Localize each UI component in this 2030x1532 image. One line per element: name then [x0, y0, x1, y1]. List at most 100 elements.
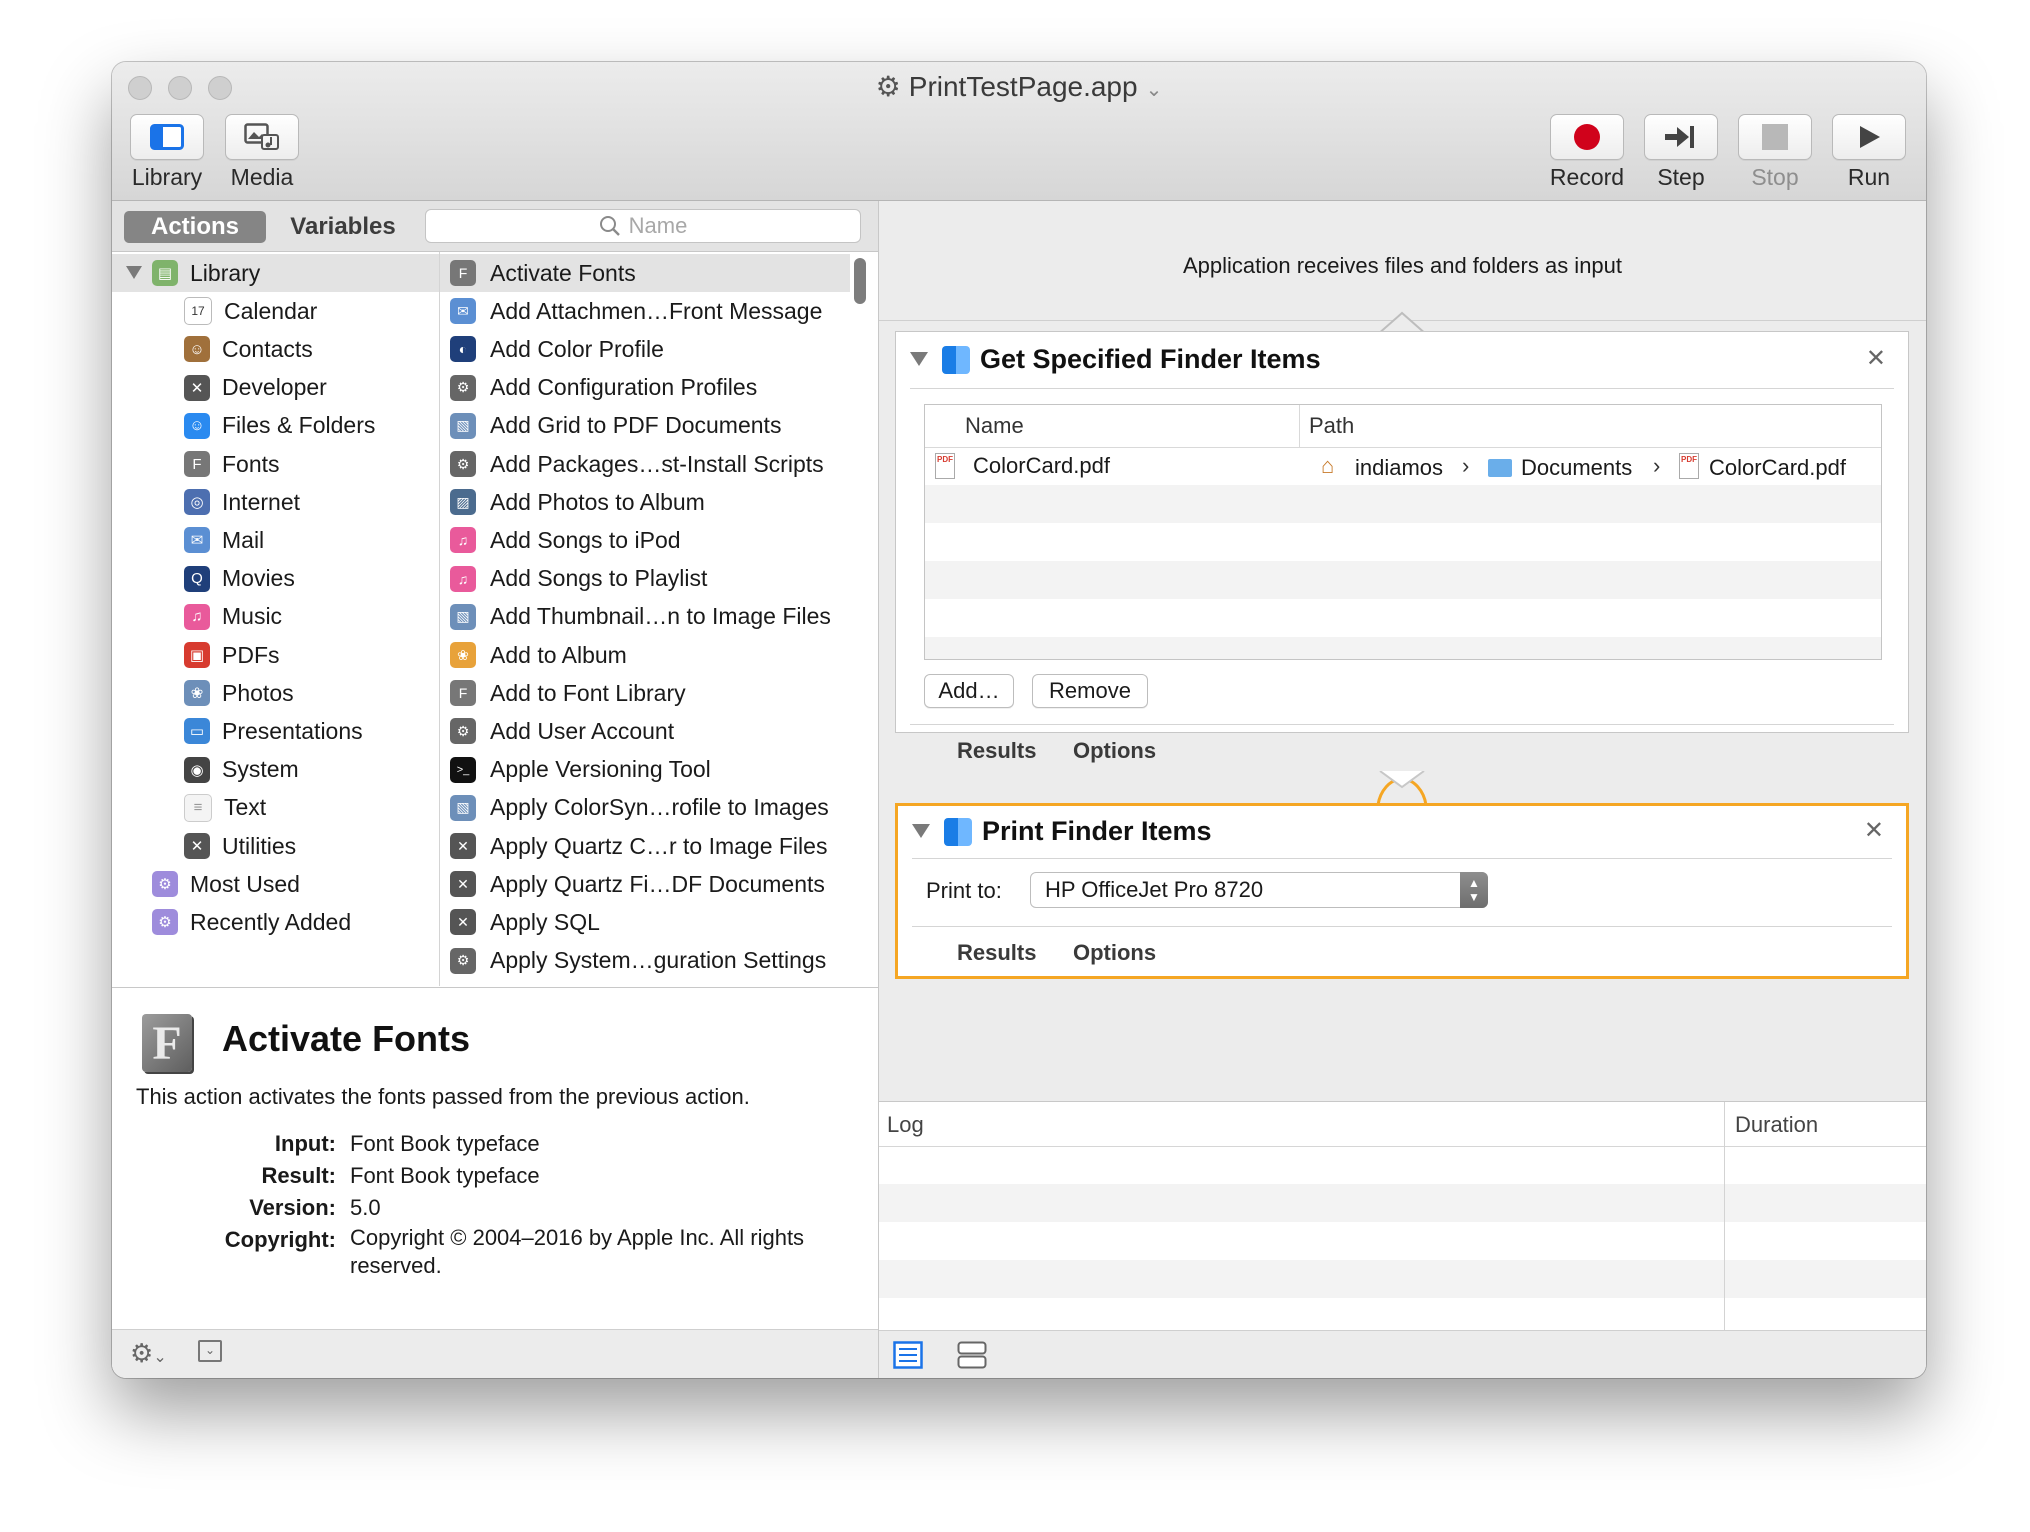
- list-view-icon[interactable]: [893, 1341, 923, 1369]
- media-label: Media: [230, 164, 294, 190]
- sidebar-item-text[interactable]: ≡ Text: [112, 789, 439, 827]
- close-icon[interactable]: ✕: [1864, 816, 1884, 845]
- sidebar-item-internet[interactable]: ◎ Internet: [112, 483, 439, 521]
- log-header: Log Duration: [879, 1102, 1926, 1147]
- description-toggle-icon[interactable]: ⌄: [198, 1340, 222, 1362]
- music-icon: ♫: [450, 527, 476, 554]
- finder-icon: [942, 346, 970, 374]
- sidebar-item-mail[interactable]: ✉ Mail: [112, 521, 439, 559]
- action-item[interactable]: ⚙ Add Packages…st-Install Scripts: [440, 445, 850, 483]
- finder-items-table[interactable]: Name Path PDF ColorCard.pdf ⌂ indiamos ›…: [924, 404, 1882, 660]
- disclosure-triangle-icon[interactable]: [910, 352, 928, 366]
- action-list-scrollbar[interactable]: [854, 258, 866, 304]
- sidebar-item-label: Files & Folders: [222, 412, 376, 439]
- sidebar-item-pdfs[interactable]: ▣ PDFs: [112, 636, 439, 674]
- contacts-icon: ☺: [184, 336, 210, 363]
- sidebar-item-library[interactable]: ▤ Library: [112, 254, 439, 292]
- action-item[interactable]: ♫ Add Songs to iPod: [440, 521, 850, 559]
- sidebar-item-files-folders[interactable]: ☺ Files & Folders: [112, 407, 439, 445]
- column-header-name[interactable]: Name: [965, 413, 1024, 439]
- action-item[interactable]: ⚙ Apply System…guration Settings: [440, 942, 850, 980]
- sidebar-item-label: Photos: [222, 679, 294, 706]
- search-placeholder: Name: [628, 213, 688, 238]
- run-label: Run: [1847, 164, 1891, 190]
- sidebar-item-most-used[interactable]: ⚙ Most Used: [112, 865, 439, 903]
- action-item[interactable]: ✕ Apply Quartz C…r to Image Files: [440, 827, 850, 865]
- sidebar-item-fonts[interactable]: F Fonts: [112, 445, 439, 483]
- disclosure-triangle-icon[interactable]: [912, 824, 930, 838]
- action-item[interactable]: ♫ Add Songs to Playlist: [440, 560, 850, 598]
- stop-button[interactable]: [1738, 114, 1812, 160]
- tools-icon: ✕: [450, 909, 476, 936]
- results-tab[interactable]: Results: [957, 738, 1036, 764]
- gear-icon[interactable]: ⚙⌄: [130, 1338, 167, 1369]
- sidebar-item-label: Developer: [222, 374, 327, 401]
- printer-select[interactable]: HP OfficeJet Pro 8720 ▲ ▼: [1030, 872, 1488, 908]
- column-header-duration[interactable]: Duration: [1735, 1112, 1818, 1138]
- action-print-finder-items[interactable]: Print Finder Items ✕ Print to: HP Office…: [895, 803, 1909, 979]
- path-home: indiamos: [1355, 455, 1444, 480]
- column-header-path[interactable]: Path: [1299, 413, 1354, 439]
- log-table[interactable]: Log Duration: [879, 1101, 1926, 1331]
- library-button[interactable]: [130, 114, 204, 160]
- action-item[interactable]: ◐ Add Color Profile: [440, 330, 850, 368]
- library-pane: Actions Variables Name ▤ Library 17 Calenda…: [112, 201, 879, 1378]
- record-button[interactable]: [1550, 114, 1624, 160]
- globe-icon: ◎: [184, 489, 210, 516]
- action-item[interactable]: >_ Apple Versioning Tool: [440, 751, 850, 789]
- font-icon: F: [450, 260, 476, 286]
- pdf-icon: ▣: [184, 642, 210, 668]
- variables-view-icon[interactable]: [957, 1341, 987, 1369]
- action-get-specified-finder-items[interactable]: Get Specified Finder Items ✕ Name Path P…: [895, 331, 1909, 763]
- sidebar-item-developer[interactable]: ✕ Developer: [112, 369, 439, 407]
- action-item-label: Apply Quartz C…r to Image Files: [490, 832, 828, 859]
- action-item[interactable]: ⚙ Add Configuration Profiles: [440, 369, 850, 407]
- sidebar-item-system[interactable]: ◉ System: [112, 751, 439, 789]
- column-header-log[interactable]: Log: [887, 1112, 924, 1138]
- options-tab[interactable]: Options: [1073, 940, 1156, 966]
- action-title: Print Finder Items: [982, 816, 1212, 846]
- disclosure-triangle-icon[interactable]: [126, 266, 142, 279]
- media-button[interactable]: [225, 114, 299, 160]
- tab-actions[interactable]: Actions: [124, 211, 266, 243]
- sidebar-item-photos[interactable]: ❀ Photos: [112, 674, 439, 712]
- action-item[interactable]: F Add to Font Library: [440, 674, 850, 712]
- sidebar-item-contacts[interactable]: ☺ Contacts: [112, 330, 439, 368]
- add-button[interactable]: Add…: [924, 674, 1014, 708]
- sidebar-item-movies[interactable]: Q Movies: [112, 560, 439, 598]
- close-icon[interactable]: ✕: [1866, 344, 1886, 373]
- action-item[interactable]: ▨ Add Photos to Album: [440, 483, 850, 521]
- sidebar-item-calendar[interactable]: 17 Calendar: [112, 292, 439, 330]
- step-button[interactable]: [1644, 114, 1718, 160]
- action-item-label: Apply Quartz Fi…DF Documents: [490, 870, 825, 897]
- window-title[interactable]: ⚙ PrintTestPage.app ⌄: [112, 70, 1926, 103]
- action-item[interactable]: ▧ Apply ColorSyn…rofile to Images: [440, 789, 850, 827]
- action-item[interactable]: ✉ Add Attachmen…Front Message: [440, 292, 850, 330]
- action-item[interactable]: ▧ Add Grid to PDF Documents: [440, 407, 850, 445]
- sidebar-item-recently-added[interactable]: ⚙ Recently Added: [112, 903, 439, 941]
- sidebar-item-utilities[interactable]: ✕ Utilities: [112, 827, 439, 865]
- sidebar-icon: [150, 124, 184, 150]
- stop-icon: [1762, 124, 1788, 150]
- sidebar-item-label: Fonts: [222, 450, 280, 477]
- folder-icon: [1488, 459, 1512, 477]
- table-row[interactable]: PDF ColorCard.pdf ⌂ indiamos › Documents…: [925, 447, 1881, 485]
- sidebar-item-presentations[interactable]: ▭ Presentations: [112, 712, 439, 750]
- meta-value: 5.0: [350, 1195, 381, 1220]
- action-item[interactable]: F Activate Fonts: [440, 254, 850, 292]
- sidebar-item-label: Library: [190, 259, 261, 286]
- remove-button[interactable]: Remove: [1032, 674, 1148, 708]
- sidebar-item-music[interactable]: ♫ Music: [112, 598, 439, 636]
- options-tab[interactable]: Options: [1073, 738, 1156, 764]
- tab-variables[interactable]: Variables: [272, 211, 414, 243]
- run-button[interactable]: [1832, 114, 1906, 160]
- action-item[interactable]: ✕ Apply SQL: [440, 903, 850, 941]
- action-item[interactable]: ❀ Add to Album: [440, 636, 850, 674]
- meta-key: Copyright:: [224, 1227, 336, 1252]
- action-item[interactable]: ▧ Add Thumbnail…n to Image Files: [440, 598, 850, 636]
- divider: [1724, 1102, 1725, 1331]
- action-item[interactable]: ⚙ Add User Account: [440, 712, 850, 750]
- action-item[interactable]: ✕ Apply Quartz Fi…DF Documents: [440, 865, 850, 903]
- results-tab[interactable]: Results: [957, 940, 1036, 966]
- search-field[interactable]: Name: [425, 209, 861, 243]
